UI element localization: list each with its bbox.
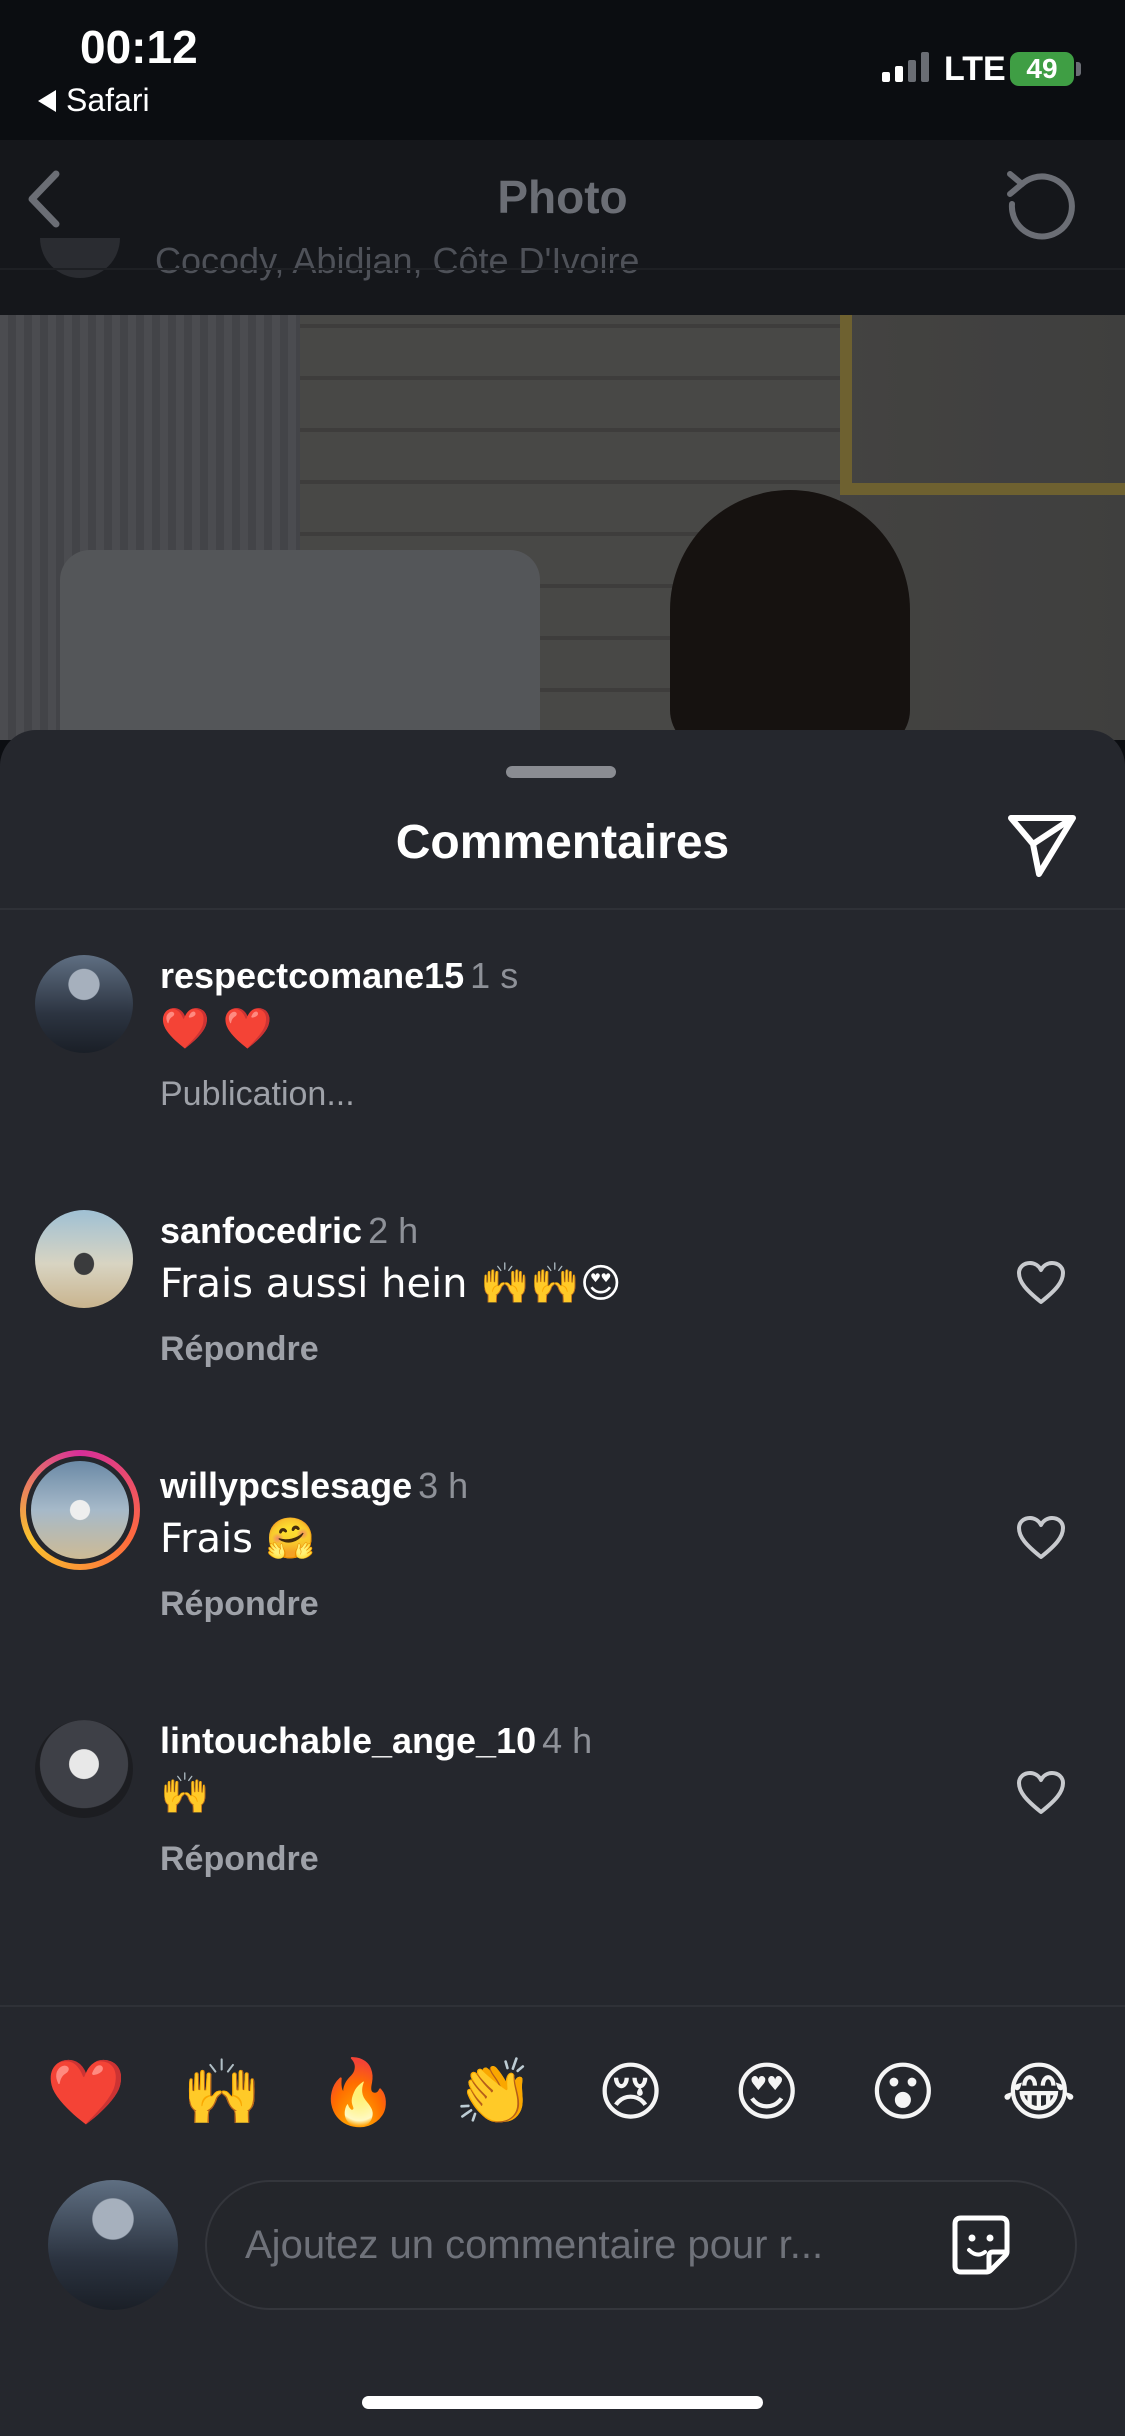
sheet-title: Commentaires xyxy=(395,816,730,869)
avatar[interactable] xyxy=(35,1210,133,1308)
avatar[interactable] xyxy=(35,955,133,1053)
sheet-divider xyxy=(0,908,1125,910)
page-title: Photo xyxy=(497,171,628,223)
reply-button[interactable]: Répondre xyxy=(160,1585,319,1624)
emoji-fire-button[interactable]: 🔥 xyxy=(308,2048,408,2138)
emoji-laughing-button[interactable]: 😂 xyxy=(989,2048,1089,2138)
comment-text: Frais aussi hein 🙌🙌😍 xyxy=(160,1261,622,1307)
heart-icon[interactable] xyxy=(1016,1260,1066,1306)
avatar[interactable] xyxy=(35,1720,133,1818)
emoji-raised-hands-button[interactable]: 🙌 xyxy=(172,2048,272,2138)
battery-level: 49 xyxy=(1026,53,1058,84)
sheet-grabber[interactable] xyxy=(506,766,616,778)
comment-text: 🙌 xyxy=(160,1771,210,1817)
status-bar: 00:12 Safari LTE 49 xyxy=(0,0,1125,140)
avatar-story-ring[interactable] xyxy=(20,1450,140,1570)
comment-username[interactable]: willypcslesage 3 h xyxy=(160,1465,468,1507)
refresh-icon[interactable] xyxy=(1000,160,1080,240)
back-app-label: Safari xyxy=(66,82,150,118)
post-view-background: Photo Cocody, Abidjan, Côte D'Ivoire xyxy=(0,140,1125,740)
comment-time: 1 s xyxy=(470,955,519,996)
post-author-avatar[interactable] xyxy=(40,238,120,278)
reply-button[interactable]: Répondre xyxy=(160,1330,319,1369)
comment-username[interactable]: lintouchable_ange_10 4 h xyxy=(160,1720,592,1762)
comment-time: 2 h xyxy=(368,1210,419,1251)
comment-item: lintouchable_ange_10 4 h 🙌 Répondre xyxy=(0,1720,1125,1940)
comment-username[interactable]: respectcomane15 1 s xyxy=(160,955,518,997)
header-divider xyxy=(0,268,1125,270)
battery-icon: 49 xyxy=(1010,52,1074,86)
comment-time: 3 h xyxy=(418,1465,469,1506)
back-to-app-button[interactable]: Safari xyxy=(38,82,150,119)
current-user-avatar xyxy=(48,2180,178,2310)
comment-time: 4 h xyxy=(542,1720,593,1761)
emoji-surprised-button[interactable]: 😮 xyxy=(853,2048,953,2138)
back-triangle-icon xyxy=(38,89,56,112)
comment-item: willypcslesage 3 h Frais 🤗 Répondre xyxy=(0,1450,1125,1685)
emoji-heart-button[interactable]: ❤️ xyxy=(36,2048,136,2138)
emoji-heart-eyes-button[interactable]: 😍 xyxy=(717,2048,817,2138)
comment-text: Frais 🤗 xyxy=(160,1516,316,1562)
network-type: LTE xyxy=(944,50,1006,88)
avatar xyxy=(26,1456,134,1564)
post-location[interactable]: Cocody, Abidjan, Côte D'Ivoire xyxy=(155,240,639,282)
heart-icon[interactable] xyxy=(1016,1770,1066,1816)
comment-text: ❤️ ❤️ xyxy=(160,1006,273,1052)
comment-item: respectcomane15 1 s ❤️ ❤️ Publication... xyxy=(0,955,1125,1175)
comment-input[interactable] xyxy=(245,2182,925,2308)
status-time: 00:12 xyxy=(80,21,198,73)
comments-sheet: Commentaires respectcomane15 1 s ❤️ ❤️ Pu… xyxy=(0,730,1125,2436)
paper-plane-icon[interactable] xyxy=(1005,810,1079,880)
post-photo[interactable] xyxy=(0,315,1125,740)
emoji-clap-button[interactable]: 👏 xyxy=(444,2048,544,2138)
battery-cap xyxy=(1076,62,1081,76)
emoji-reaction-bar: ❤️ 🙌 🔥 👏 😢 😍 😮 😂 xyxy=(0,2048,1125,2138)
emoji-crying-button[interactable]: 😢 xyxy=(581,2048,681,2138)
posting-status: Publication... xyxy=(160,1075,355,1113)
comment-username[interactable]: sanfocedric 2 h xyxy=(160,1210,418,1252)
sticker-icon[interactable] xyxy=(945,2210,1017,2282)
signal-icon xyxy=(882,52,929,82)
comment-composer xyxy=(205,2180,1077,2310)
screen: 00:12 Safari LTE 49 Photo Cocody, Abidja… xyxy=(0,0,1125,2436)
heart-icon[interactable] xyxy=(1016,1515,1066,1561)
home-indicator xyxy=(362,2396,763,2409)
emoji-bar-divider xyxy=(0,2005,1125,2007)
comment-item: sanfocedric 2 h Frais aussi hein 🙌🙌😍 Répo… xyxy=(0,1210,1125,1430)
reply-button[interactable]: Répondre xyxy=(160,1840,319,1879)
